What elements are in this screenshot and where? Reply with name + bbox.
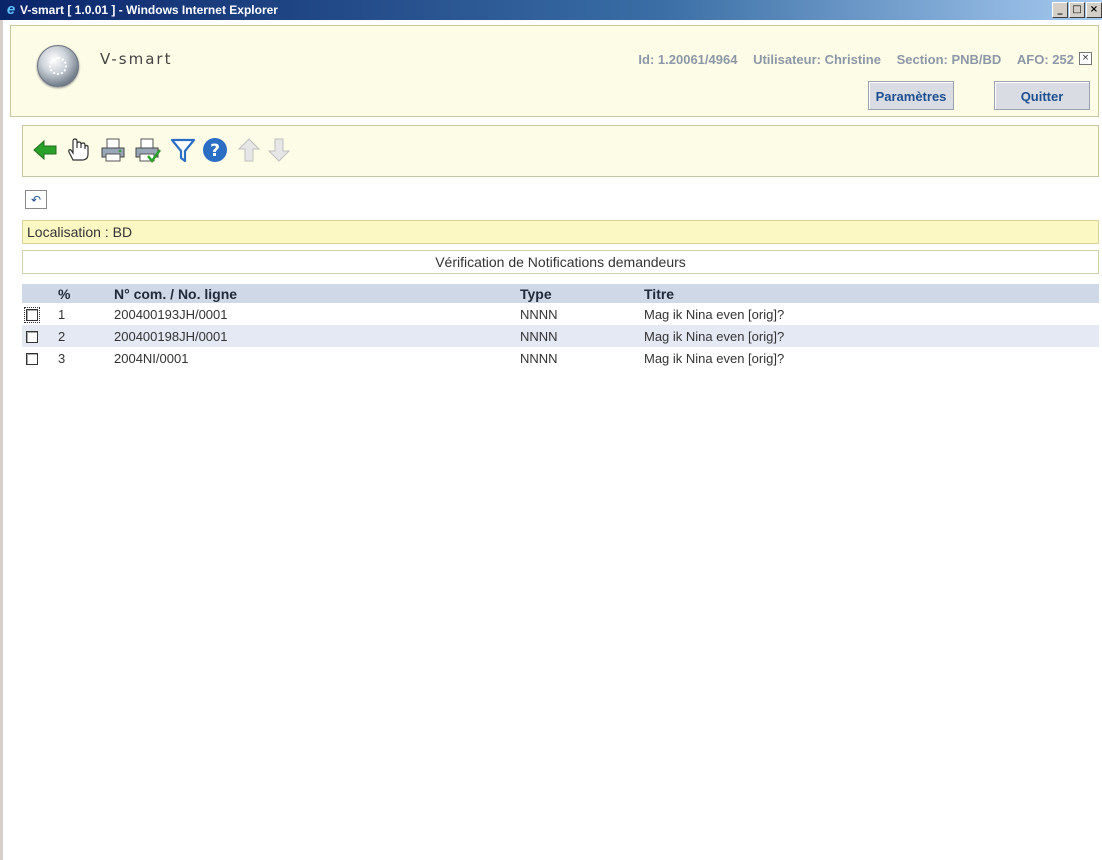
- print-check-icon[interactable]: [133, 136, 161, 164]
- quitter-button[interactable]: Quitter: [994, 81, 1090, 110]
- session-id: Id: 1.20061/4964: [638, 52, 738, 67]
- session-afo: AFO: 252: [1016, 52, 1074, 67]
- row-type: NNNN: [520, 306, 558, 322]
- col-checkbox: [22, 284, 54, 303]
- row-checkbox[interactable]: [26, 331, 38, 344]
- window-title: V-smart [ 1.0.01 ] - Windows Internet Ex…: [20, 3, 278, 17]
- window-titlebar: e V-smart [ 1.0.01 ] - Windows Internet …: [0, 0, 1102, 20]
- close-window-button[interactable]: ×: [1086, 2, 1102, 18]
- print-icon[interactable]: [99, 136, 127, 164]
- vsmart-logo-icon: [37, 45, 79, 87]
- table-header: % N° com. / No. ligne Type Titre: [22, 284, 1099, 303]
- parametres-button[interactable]: Paramètres: [868, 81, 954, 110]
- row-order: 2004NI/0001: [114, 350, 189, 366]
- minimize-button[interactable]: _: [1052, 2, 1068, 18]
- ie-logo-icon: e: [6, 1, 16, 18]
- col-type: Type: [516, 284, 640, 303]
- row-checkbox[interactable]: [26, 353, 38, 366]
- hand-select-icon[interactable]: [63, 136, 91, 164]
- table-row[interactable]: 3 2004NI/0001 NNNN Mag ik Nina even [ori…: [22, 347, 1099, 369]
- row-number: 2: [54, 325, 110, 347]
- table-row[interactable]: 1 200400193JH/0001 NNNN Mag ik Nina even…: [22, 303, 1099, 325]
- results-table: % N° com. / No. ligne Type Titre 1 20040…: [22, 284, 1099, 369]
- window-controls: _ □ ×: [1052, 2, 1102, 18]
- brand-name: V-smart: [100, 50, 173, 68]
- row-order: 200400198JH/0001: [110, 325, 516, 347]
- table-row[interactable]: 2 200400198JH/0001 NNNN Mag ik Nina even…: [22, 325, 1099, 347]
- col-title: Titre: [640, 284, 1099, 303]
- col-order: N° com. / No. ligne: [110, 284, 516, 303]
- session-info: Id: 1.20061/4964 Utilisateur: Christine …: [626, 52, 1074, 67]
- section-title: Vérification de Notifications demandeurs: [22, 250, 1099, 274]
- row-title: Mag ik Nina even [orig]?: [644, 350, 785, 366]
- svg-text:?: ?: [210, 141, 220, 161]
- filter-funnel-icon[interactable]: [169, 136, 197, 164]
- row-title: Mag ik Nina even [orig]?: [640, 325, 1099, 347]
- row-order: 200400193JH/0001: [114, 306, 228, 322]
- arrow-down-icon: [267, 138, 291, 162]
- row-number: 1: [58, 306, 66, 322]
- location-bar: Localisation : BD: [22, 220, 1099, 244]
- session-user: Utilisateur: Christine: [753, 52, 881, 67]
- undo-button[interactable]: ↶: [25, 190, 47, 209]
- row-type: NNNN: [516, 325, 640, 347]
- row-number: 3: [58, 350, 66, 366]
- session-section: Section: PNB/BD: [896, 52, 1002, 67]
- arrow-up-icon: [237, 138, 261, 162]
- help-icon[interactable]: ?: [201, 136, 229, 164]
- row-title: Mag ik Nina even [orig]?: [644, 306, 785, 322]
- row-type: NNNN: [520, 350, 558, 366]
- col-pct: %: [54, 284, 110, 303]
- back-arrow-icon[interactable]: [31, 136, 59, 164]
- maximize-button[interactable]: □: [1069, 2, 1085, 18]
- toolbar: ?: [22, 125, 1099, 177]
- row-checkbox[interactable]: [24, 307, 40, 324]
- header-close-icon[interactable]: ×: [1079, 52, 1092, 65]
